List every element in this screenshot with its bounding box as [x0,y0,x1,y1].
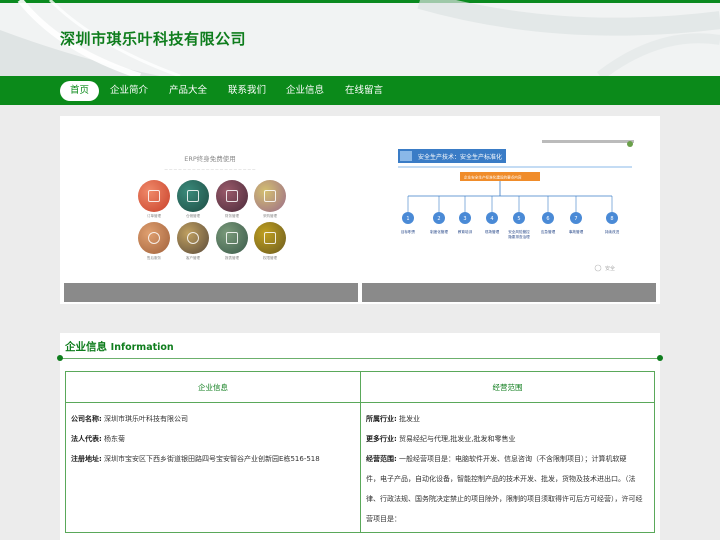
info-row-address: 注册地址: 深圳市宝安区下西乡街道银田路四号宝安智谷产业创新园E栋516-518 [71,454,320,464]
info-row-company-name: 公司名称: 深圳市琪乐叶科技有限公司 [71,414,188,424]
safety-step-label: 应急管理 [541,229,556,234]
safety-step-label: 持续改进 [605,229,620,234]
safety-step-label: 安全风险管控 [508,229,530,234]
row-value: 深圳市宝安区下西乡街道银田路四号宝安智谷产业创新园E栋516-518 [104,455,320,463]
nav-item-contact[interactable]: 联系我们 [218,81,276,101]
section-heading-cn: 企业信息 [65,341,107,353]
row-value: 贸易经纪与代理,批发业,批发和零售业 [399,435,516,443]
section-divider [60,358,660,359]
row-value: 一般经营项目是：电脑软件开发、信息咨询（不含限制项目）；计算机软硬 [399,455,627,463]
erp-module-icon [254,180,286,212]
company-info-section: 企业信息 Information 企业信息 公司名称: 深圳市琪乐叶科技有限公司… [57,333,663,540]
erp-module-label: 仓储管理 [186,214,200,218]
slide-caption-bar [64,283,358,302]
erp-slide-subtitle: — — — — — — — — — — — — — — — — — — — — [164,167,256,171]
safety-step-label: 教育培训 [458,229,473,234]
safety-diagram: 安全生产技术：安全生产标准化 企业安全生产标准化建设的要点内容 1 2 3 4 5 6 7… [398,140,634,272]
info-table: 企业信息 公司名称: 深圳市琪乐叶科技有限公司 法人代表: 杨东菊 注册地址: … [65,371,655,533]
info-row-industry: 所属行业: 批发业 [366,414,420,424]
erp-module-label: 报表管理 [225,256,239,260]
safety-step-label: 制度化管理 [430,229,448,234]
erp-module-label: 财务管理 [225,214,239,218]
safety-step-label: 隐患排查治理 [508,234,530,239]
info-column-company: 企业信息 公司名称: 深圳市琪乐叶科技有限公司 法人代表: 杨东菊 注册地址: … [66,372,361,532]
banner: ERP终身免费使用 — — — — — — — — — — — — — — — … [60,116,660,304]
row-value: 杨东菊 [104,435,126,443]
row-label: 法人代表: [71,435,102,443]
section-heading: 企业信息 Information [65,339,174,354]
nav-item-message[interactable]: 在线留言 [335,81,393,101]
svg-text:1: 1 [406,216,409,222]
info-row-business-scope: 经营范围: 一般经营项目是：电脑软件开发、信息咨询（不含限制项目）；计算机软硬 [366,454,627,464]
svg-text:8: 8 [610,216,613,222]
erp-module-icon [138,222,170,254]
row-value: 深圳市琪乐叶科技有限公司 [104,415,189,423]
main-nav: 首页 企业简介 产品大全 联系我们 企业信息 在线留言 [0,76,720,105]
nav-item-home[interactable]: 首页 [60,81,100,101]
row-label: 公司名称: [71,415,102,423]
row-label: 所属行业: [366,415,397,423]
info-column-scope: 经营范围 所属行业: 批发业 更多行业: 贸易经纪与代理,批发业,批发和零售业 … [361,372,654,532]
row-label: 注册地址: [71,455,102,463]
svg-text:5: 5 [517,216,520,222]
banner-slide-safety[interactable]: 安全生产技术：安全生产标准化 企业安全生产标准化建设的要点内容 1 2 3 4 5 6 7… [362,116,658,304]
row-value: 批发业 [399,415,421,423]
business-scope-continued: 营项目是： [366,515,401,523]
safety-header-text: 安全生产技术：安全生产标准化 [418,153,502,161]
erp-module-label: 客户管理 [186,256,200,260]
business-scope-continued: 件，电子产品，自动化设备，智能控制产品的技术开发、批发，货物及技术进出口。（法 [366,475,636,483]
safety-step-label: 目标职责 [401,229,416,234]
slide-caption-bar [362,283,656,302]
erp-module-icon [254,222,286,254]
safety-subtitle-text: 企业安全生产标准化建设的要点内容 [464,175,522,180]
business-scope-continued: 律、行政法规、国务院决定禁止的项目除外，限制的项目须取得许可后方可经营），许可经 [366,495,643,503]
nav-item-about[interactable]: 企业简介 [100,81,158,101]
divider-dot [57,355,63,361]
erp-module-icon [138,180,170,212]
svg-text:4: 4 [490,216,493,222]
safety-step-label: 事故管理 [569,229,584,234]
svg-text:6: 6 [546,216,549,222]
safety-step-label: 现场管理 [485,229,500,234]
nav-item-products[interactable]: 产品大全 [159,81,217,101]
safety-steps [402,196,618,224]
erp-module-label: 售后服务 [147,256,161,260]
erp-module-icon [177,222,209,254]
divider-dot [657,355,663,361]
row-label: 经营范围: [366,455,397,463]
erp-module-icon [216,222,248,254]
svg-text:3: 3 [463,216,466,222]
nav-item-company-info[interactable]: 企业信息 [276,81,334,101]
info-row-legal-rep: 法人代表: 杨东菊 [71,434,125,444]
erp-module-label: 权限管理 [263,256,277,260]
site-header: 深圳市琪乐叶科技有限公司 [0,0,720,76]
safety-watermark: 安全 [605,265,615,272]
svg-text:2: 2 [437,216,440,222]
erp-module-label: 订单管理 [147,214,161,218]
erp-slide-title: ERP终身免费使用 [184,155,236,163]
erp-module-label: 采购管理 [263,214,277,218]
banner-slide-erp[interactable]: ERP终身免费使用 — — — — — — — — — — — — — — — … [62,116,358,304]
info-row-more-industry: 更多行业: 贸易经纪与代理,批发业,批发和零售业 [366,434,516,444]
row-label: 更多行业: [366,435,397,443]
column-header-company: 企业信息 [66,372,360,403]
erp-module-icon [216,180,248,212]
site-title[interactable]: 深圳市琪乐叶科技有限公司 [60,28,246,49]
svg-text:7: 7 [574,216,577,222]
erp-module-icon [177,180,209,212]
column-header-scope: 经营范围 [361,372,654,403]
section-heading-en: Information [110,342,174,353]
